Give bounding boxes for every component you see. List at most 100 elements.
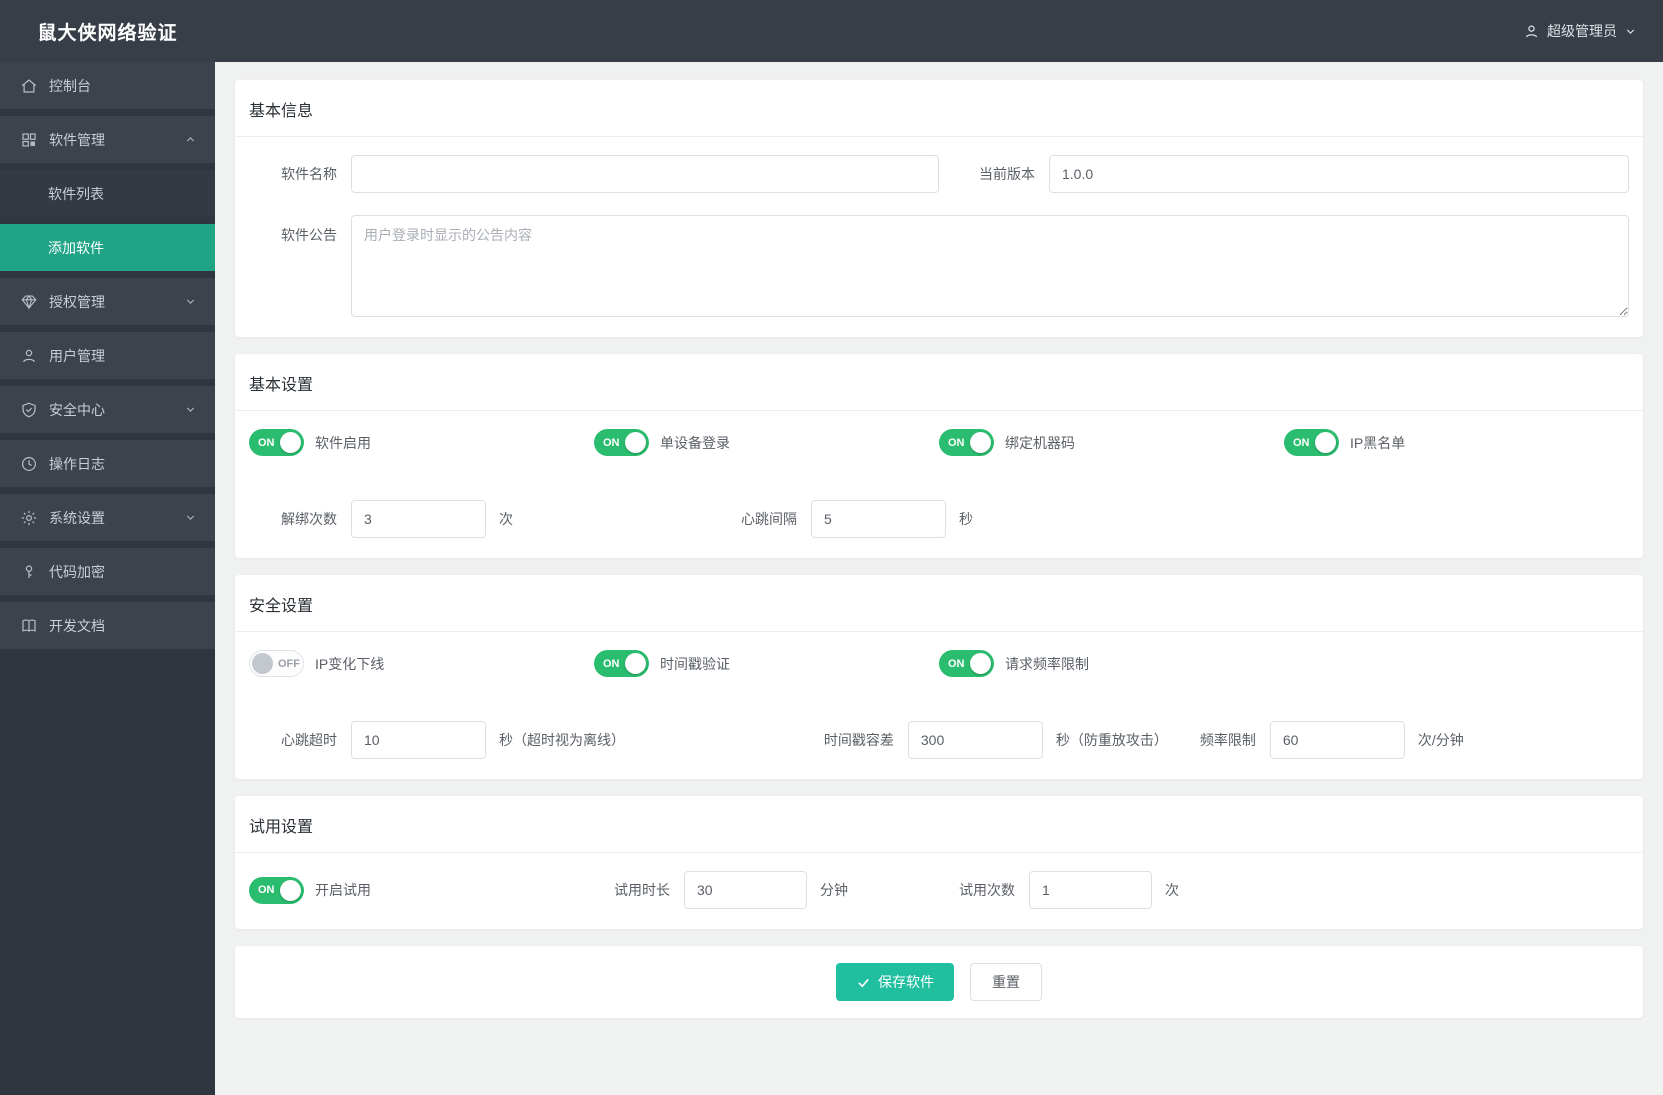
unbind-count-field: 解绑次数 次 xyxy=(249,500,709,538)
content: 基本信息 软件名称 当前版本 软件公告 xyxy=(215,62,1663,1095)
row-spacer xyxy=(1169,500,1629,538)
sidebar-item-license-management[interactable]: 授权管理 xyxy=(0,278,215,325)
unbind-count-suffix: 次 xyxy=(499,511,513,527)
user-name: 超级管理员 xyxy=(1547,23,1617,39)
trial-duration-label: 试用时长 xyxy=(614,882,670,898)
security-settings-title: 安全设置 xyxy=(235,575,1643,632)
heartbeat-timeout-suffix: 秒（超时视为离线） xyxy=(499,732,625,748)
sidebar-item-security-center[interactable]: 安全中心 xyxy=(0,386,215,433)
basic-settings-title: 基本设置 xyxy=(235,354,1643,411)
gem-icon xyxy=(20,293,38,311)
toggle-knob xyxy=(970,653,991,674)
software-enabled-label: 软件启用 xyxy=(315,434,371,451)
basic-settings-card: 基本设置 ON 软件启用 ON 单设备登录 ON 绑定机器码 ON IP黑名单 … xyxy=(235,354,1643,558)
timestamp-verify-setting: ON 时间戳验证 xyxy=(594,650,939,677)
toggle-knob xyxy=(970,432,991,453)
rate-limit-field: 频率限制 次/分钟 xyxy=(1168,721,1629,759)
bind-machine-code-label: 绑定机器码 xyxy=(1005,434,1075,451)
ip-change-offline-setting: OFF IP变化下线 xyxy=(249,650,594,677)
gear-icon xyxy=(20,509,38,527)
announcement-textarea[interactable] xyxy=(351,215,1629,317)
heartbeat-timeout-input[interactable] xyxy=(351,721,486,759)
reset-label: 重置 xyxy=(992,974,1020,990)
rate-limit-setting: ON 请求频率限制 xyxy=(939,650,1284,677)
row-spacer xyxy=(1284,871,1629,909)
trial-count-field: 试用次数 次 xyxy=(939,871,1284,909)
trial-duration-field: 试用时长 分钟 xyxy=(594,871,939,909)
sidebar-item-operation-log[interactable]: 操作日志 xyxy=(0,440,215,487)
software-enabled-toggle[interactable]: ON xyxy=(249,429,304,456)
trial-enabled-toggle[interactable]: ON xyxy=(249,876,304,904)
trial-enabled-setting: ON 开启试用 xyxy=(249,871,594,909)
ip-blacklist-toggle[interactable]: ON xyxy=(1284,429,1339,456)
single-device-label: 单设备登录 xyxy=(660,434,730,451)
person-icon xyxy=(1523,23,1540,40)
save-software-label: 保存软件 xyxy=(878,974,934,990)
unbind-count-label: 解绑次数 xyxy=(281,511,337,527)
timestamp-verify-label: 时间戳验证 xyxy=(660,655,730,672)
chevron-down-icon xyxy=(184,295,197,308)
timestamp-tolerance-input[interactable] xyxy=(907,721,1043,759)
trial-duration-input[interactable] xyxy=(684,871,807,909)
single-device-toggle[interactable]: ON xyxy=(594,429,649,456)
security-settings-card: 安全设置 OFF IP变化下线 ON 时间戳验证 ON 请求频率限制 心跳超时 … xyxy=(235,575,1643,779)
timestamp-tolerance-field: 时间戳容差 秒（防重放攻击） xyxy=(784,721,1168,759)
sidebar-item-dev-docs[interactable]: 开发文档 xyxy=(0,602,215,649)
single-device-setting: ON 单设备登录 xyxy=(594,429,939,456)
basic-info-card: 基本信息 软件名称 当前版本 软件公告 xyxy=(235,80,1643,337)
trial-count-suffix: 次 xyxy=(1165,882,1179,898)
heartbeat-interval-suffix: 秒 xyxy=(959,511,973,527)
basic-info-title: 基本信息 xyxy=(235,80,1643,137)
toggle-knob xyxy=(252,653,273,674)
rate-limit-toggle[interactable]: ON xyxy=(939,650,994,677)
trial-settings-card: 试用设置 ON 开启试用 试用时长 分钟 xyxy=(235,796,1643,929)
sidebar-item-software-list[interactable]: 软件列表 xyxy=(0,170,215,217)
key-icon xyxy=(20,563,38,581)
timestamp-tolerance-suffix: 秒（防重放攻击） xyxy=(1055,732,1168,748)
toggle-knob xyxy=(625,653,646,674)
top-header: 鼠大侠网络验证 超级管理员 xyxy=(0,0,1663,62)
check-icon xyxy=(856,975,871,990)
sidebar-item-console[interactable]: 控制台 xyxy=(0,62,215,109)
ip-change-offline-label: IP变化下线 xyxy=(315,655,385,672)
user-menu[interactable]: 超级管理员 xyxy=(1523,21,1663,41)
heartbeat-timeout-field: 心跳超时 秒（超时视为离线） xyxy=(249,721,784,759)
heartbeat-interval-input[interactable] xyxy=(811,500,946,538)
timestamp-tolerance-label: 时间戳容差 xyxy=(823,732,894,748)
sidebar-item-system-settings[interactable]: 系统设置 xyxy=(0,494,215,541)
shield-check-icon xyxy=(20,401,38,419)
rate-limit-input[interactable] xyxy=(1269,721,1405,759)
toggle-knob xyxy=(625,432,646,453)
book-icon xyxy=(20,617,38,635)
announcement-label: 软件公告 xyxy=(281,227,337,243)
clock-icon xyxy=(20,455,38,473)
app-title: 鼠大侠网络验证 xyxy=(37,22,178,44)
trial-enabled-label: 开启试用 xyxy=(315,882,371,898)
heartbeat-interval-field: 心跳间隔 秒 xyxy=(709,500,1169,538)
trial-count-input[interactable] xyxy=(1029,871,1152,909)
software-name-input[interactable] xyxy=(351,155,939,193)
trial-duration-suffix: 分钟 xyxy=(820,882,848,898)
save-software-button[interactable]: 保存软件 xyxy=(836,963,954,1001)
current-version-input[interactable] xyxy=(1049,155,1629,193)
software-enabled-setting: ON 软件启用 xyxy=(249,429,594,456)
sidebar-item-add-software[interactable]: 添加软件 xyxy=(0,224,215,271)
heartbeat-interval-label: 心跳间隔 xyxy=(741,511,797,527)
unbind-count-input[interactable] xyxy=(351,500,486,538)
sidebar-item-code-encryption[interactable]: 代码加密 xyxy=(0,548,215,595)
app-root: 鼠大侠网络验证 超级管理员 控制台 软件管理 软件列表 添加软件 授权管理 用户… xyxy=(0,0,1663,1095)
sidebar-item-user-management[interactable]: 用户管理 xyxy=(0,332,215,379)
software-name-label: 软件名称 xyxy=(281,166,337,182)
trial-settings-title: 试用设置 xyxy=(235,796,1643,853)
ip-change-offline-toggle[interactable]: OFF xyxy=(249,650,304,677)
timestamp-verify-toggle[interactable]: ON xyxy=(594,650,649,677)
chevron-down-icon xyxy=(1624,25,1637,38)
heartbeat-timeout-label: 心跳超时 xyxy=(281,732,337,748)
software-name-field: 软件名称 xyxy=(249,155,939,193)
bind-machine-code-setting: ON 绑定机器码 xyxy=(939,429,1284,456)
home-icon xyxy=(20,77,38,95)
bind-machine-code-toggle[interactable]: ON xyxy=(939,429,994,456)
trial-count-label: 试用次数 xyxy=(959,882,1015,898)
sidebar-item-software-management[interactable]: 软件管理 xyxy=(0,116,215,163)
reset-button[interactable]: 重置 xyxy=(970,963,1042,1001)
